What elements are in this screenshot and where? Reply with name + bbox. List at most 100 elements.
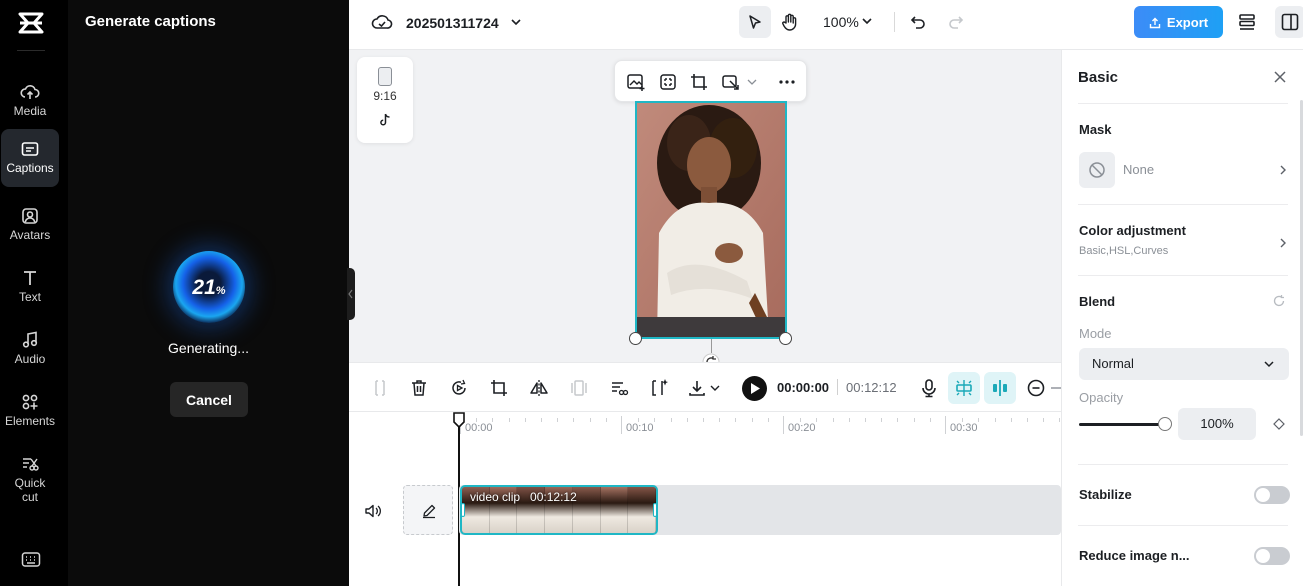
- clip-frame-thumbnail: [572, 487, 601, 533]
- ruler-minor-tick: [1043, 418, 1045, 422]
- opacity-label: Opacity: [1079, 390, 1124, 405]
- opacity-slider-thumb[interactable]: [1158, 417, 1172, 431]
- chevron-down-icon[interactable]: [509, 15, 523, 29]
- reduce-noise-toggle[interactable]: [1254, 547, 1290, 565]
- redo-icon[interactable]: [947, 13, 965, 31]
- chevron-down-icon: [1264, 361, 1274, 368]
- nav-item-elements[interactable]: Elements: [1, 384, 59, 442]
- speed-icon[interactable]: [449, 378, 469, 398]
- nav-item-quick-cut[interactable]: Quick cut: [1, 446, 59, 508]
- playhead-handle[interactable]: [453, 412, 465, 428]
- panel-collapse-handle[interactable]: [347, 268, 355, 320]
- flip-icon[interactable]: [529, 378, 549, 398]
- video-clip[interactable]: video clip 00:12:12: [460, 485, 658, 535]
- mask-none-button[interactable]: [1079, 152, 1115, 188]
- nav-item-avatars[interactable]: Avatars: [1, 198, 59, 256]
- auto-reframe-icon[interactable]: [658, 72, 678, 92]
- project-name[interactable]: 202501311724: [406, 15, 499, 31]
- nav-item-audio[interactable]: Audio: [1, 322, 59, 380]
- timeline[interactable]: 00:00 00:10 00:20 00:30 video clip 00:12…: [349, 412, 1158, 586]
- ruler-label: 00:00: [465, 422, 493, 434]
- music-note-icon: [20, 330, 40, 350]
- close-icon[interactable]: [1273, 70, 1287, 84]
- zoom-out-icon[interactable]: [1026, 378, 1046, 398]
- ruler-tick: [945, 416, 946, 434]
- magnet-snap-button[interactable]: [948, 372, 980, 404]
- ruler-minor-tick: [476, 418, 478, 422]
- chevron-down-icon[interactable]: [861, 15, 873, 27]
- chevron-down-icon[interactable]: [746, 72, 758, 92]
- nav-label: Captions: [6, 161, 54, 175]
- text-icon: [20, 268, 40, 288]
- volume-icon[interactable]: [364, 502, 382, 520]
- zoom-level[interactable]: 100%: [823, 14, 859, 30]
- clip-name: video clip: [470, 490, 521, 504]
- quick-cut-icon[interactable]: [609, 378, 629, 398]
- ruler-tick: [621, 416, 622, 434]
- ruler-minor-tick: [508, 418, 510, 422]
- ruler-minor-tick: [816, 418, 818, 422]
- phone-ratio-icon: [378, 67, 392, 86]
- ruler-minor-tick: [524, 418, 526, 422]
- snap-icon: [956, 380, 972, 396]
- keyframe-diamond-icon[interactable]: [1273, 418, 1285, 430]
- nav-item-text[interactable]: Text: [1, 260, 59, 318]
- nav-item-media[interactable]: Media: [1, 74, 59, 132]
- download-icon[interactable]: [687, 378, 707, 398]
- chevron-right-icon[interactable]: [1277, 237, 1289, 249]
- chevron-right-icon[interactable]: [1277, 164, 1289, 176]
- prohibited-icon: [1089, 162, 1105, 178]
- clip-frame-thumbnail: [628, 487, 656, 533]
- rotate-connector: [711, 339, 712, 353]
- zoom-slider-track[interactable]: [1050, 378, 1061, 398]
- aspect-ratio-label: 9:16: [373, 89, 397, 103]
- replace-image-icon[interactable]: [626, 72, 646, 92]
- ruler-minor-tick: [994, 418, 996, 422]
- clip-trim-handle-left[interactable]: [462, 503, 465, 517]
- current-time: 00:00:00: [777, 380, 830, 395]
- stabilize-toggle[interactable]: [1254, 486, 1290, 504]
- ruler-minor-tick: [492, 418, 494, 422]
- crop-icon[interactable]: [689, 72, 709, 92]
- split-icon[interactable]: [370, 378, 390, 398]
- nav-label: Text: [18, 290, 41, 304]
- cloud-upload-icon: [20, 82, 40, 102]
- blend-mode-select[interactable]: Normal: [1079, 348, 1289, 380]
- opacity-input[interactable]: 100%: [1178, 408, 1256, 440]
- crop-icon[interactable]: [489, 378, 509, 398]
- cover-edit-button[interactable]: [403, 485, 453, 535]
- export-button[interactable]: Export: [1134, 6, 1223, 38]
- video-preview[interactable]: [635, 101, 787, 339]
- reset-icon[interactable]: [1272, 294, 1286, 308]
- microphone-icon[interactable]: [919, 378, 939, 398]
- cloud-save-icon[interactable]: [371, 12, 393, 32]
- auto-cut-icon[interactable]: [649, 378, 669, 398]
- ruler-minor-tick: [913, 418, 915, 422]
- resize-handle-bottom-right[interactable]: [779, 332, 792, 345]
- color-adjustment-label[interactable]: Color adjustment: [1079, 223, 1186, 238]
- link-tracks-button[interactable]: [984, 372, 1016, 404]
- select-tool-button[interactable]: [739, 6, 771, 38]
- ruler-minor-tick: [865, 418, 866, 422]
- play-button[interactable]: [742, 376, 767, 401]
- aspect-ratio-card[interactable]: 9:16: [357, 57, 413, 143]
- quick-cut-icon: [20, 454, 40, 474]
- more-options-icon[interactable]: [777, 72, 797, 92]
- keyboard-shortcuts-icon[interactable]: [21, 551, 41, 569]
- mask-label: Mask: [1079, 122, 1112, 137]
- remove-background-icon[interactable]: [721, 72, 741, 92]
- cancel-button[interactable]: Cancel: [170, 382, 248, 417]
- undo-icon[interactable]: [909, 13, 927, 31]
- toggle-panel-button[interactable]: [1275, 6, 1303, 38]
- opacity-slider-track[interactable]: [1079, 423, 1165, 426]
- clip-trim-handle-right[interactable]: [653, 503, 656, 517]
- ruler-minor-tick: [767, 418, 769, 422]
- hand-tool-icon[interactable]: [780, 12, 800, 32]
- resize-handle-bottom-left[interactable]: [629, 332, 642, 345]
- mask-value[interactable]: None: [1123, 162, 1154, 177]
- nav-item-captions[interactable]: Captions: [1, 129, 59, 187]
- layers-icon[interactable]: [1237, 12, 1257, 32]
- freeze-icon[interactable]: [569, 378, 589, 398]
- delete-icon[interactable]: [409, 378, 429, 398]
- chevron-down-icon[interactable]: [709, 378, 721, 398]
